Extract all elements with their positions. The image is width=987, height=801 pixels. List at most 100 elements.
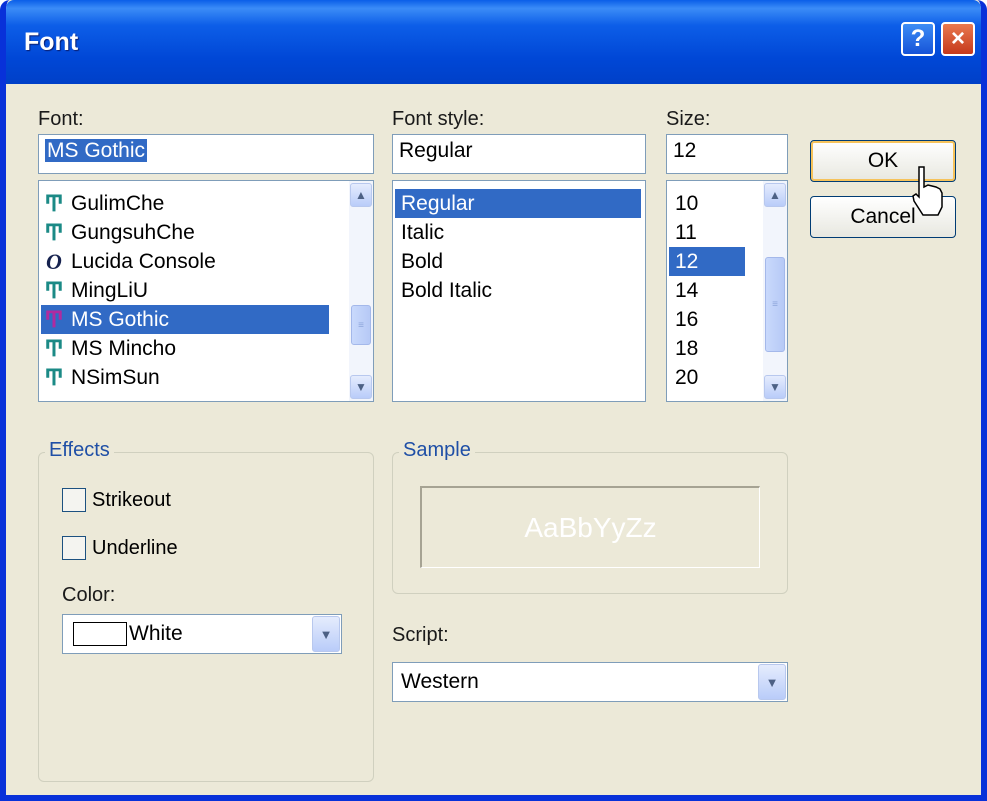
size-list-item[interactable]: 10 (669, 189, 745, 218)
size-list-item[interactable]: 18 (669, 334, 745, 363)
title-bar[interactable]: Font ? × (6, 0, 981, 84)
size-item-label: 18 (675, 336, 699, 360)
truetype-icon: Ͳ (44, 190, 64, 216)
help-icon: ? (910, 25, 926, 52)
style-item-label: Bold (401, 249, 444, 273)
close-button[interactable]: × (941, 22, 975, 56)
scroll-up-button[interactable]: ▲ (764, 183, 786, 207)
size-label: Size: (666, 108, 711, 130)
size-list-scrollbar[interactable]: ▲ ≡ ▼ (763, 181, 787, 401)
scroll-thumb[interactable]: ≡ (765, 257, 785, 352)
font-list[interactable]: Ͳ GulimChe Ͳ GungsuhChe O Lucida Console… (38, 180, 374, 402)
size-item-label: 16 (675, 307, 699, 331)
sample-text: AaBbYyZz (524, 511, 657, 543)
size-item-label: 14 (675, 278, 699, 302)
close-icon: × (950, 25, 965, 52)
ok-button-label: OK (867, 149, 899, 172)
size-list-item-selected[interactable]: 12 (669, 247, 745, 276)
chevron-down-icon: ▼ (355, 380, 367, 394)
script-dropdown-button[interactable]: ▼ (758, 664, 786, 700)
font-item-label: MS Gothic (71, 307, 170, 331)
chevron-down-icon: ▼ (765, 674, 779, 690)
sample-preview: AaBbYyZz (420, 486, 760, 568)
font-style-list[interactable]: Regular Italic Bold Bold Italic (392, 180, 646, 402)
truetype-icon: Ͳ (44, 335, 64, 361)
size-item-label: 20 (675, 365, 699, 389)
font-list-item[interactable]: Ͳ NSimSun (41, 363, 329, 392)
script-value: Western (401, 670, 479, 693)
style-item-label: Bold Italic (401, 278, 493, 302)
font-style-value: Regular (399, 139, 473, 162)
font-list-item[interactable]: Ͳ GungsuhChe (41, 218, 329, 247)
color-dropdown-button[interactable]: ▼ (312, 616, 340, 652)
script-label: Script: (392, 624, 449, 646)
underline-label: Underline (92, 536, 178, 559)
size-item-label: 11 (675, 220, 697, 244)
scroll-down-button[interactable]: ▼ (350, 375, 372, 399)
chevron-down-icon: ▼ (319, 626, 333, 642)
font-item-label: GungsuhChe (71, 220, 195, 244)
font-style-label: Font style: (392, 108, 485, 130)
font-item-label: NSimSun (71, 365, 160, 389)
size-item-label: 10 (675, 191, 699, 215)
dialog-body: Font: MS Gothic Ͳ GulimChe Ͳ GungsuhChe … (6, 84, 981, 795)
scroll-up-button[interactable]: ▲ (350, 183, 372, 207)
style-list-item-selected[interactable]: Regular (395, 189, 641, 218)
sample-title: Sample (399, 439, 475, 462)
strikeout-label: Strikeout (92, 488, 171, 511)
hand-cursor-icon (912, 166, 943, 216)
font-list-item[interactable]: O Lucida Console (41, 247, 329, 276)
size-list-item[interactable]: 20 (669, 363, 745, 392)
style-list-item[interactable]: Italic (395, 218, 641, 247)
strikeout-checkbox-row[interactable]: Strikeout (62, 488, 171, 512)
grip-icon: ≡ (772, 299, 778, 310)
scroll-thumb[interactable]: ≡ (351, 305, 371, 345)
font-name-value: MS Gothic (45, 139, 148, 162)
chevron-up-icon: ▲ (769, 188, 781, 202)
size-value: 12 (673, 139, 697, 162)
font-item-label: GulimChe (71, 191, 165, 215)
font-item-label: MS Mincho (71, 336, 177, 360)
font-label: Font: (38, 108, 84, 130)
style-list-item[interactable]: Bold Italic (395, 276, 641, 305)
underline-checkbox-row[interactable]: Underline (62, 536, 178, 560)
style-item-label: Italic (401, 220, 445, 244)
size-input[interactable]: 12 (666, 134, 788, 174)
scroll-down-button[interactable]: ▼ (764, 375, 786, 399)
script-select[interactable]: Western ▼ (392, 662, 788, 702)
style-item-label: Regular (401, 191, 475, 215)
size-item-label: 12 (675, 249, 699, 273)
help-button[interactable]: ? (901, 22, 935, 56)
size-list-item[interactable]: 16 (669, 305, 745, 334)
font-list-scrollbar[interactable]: ▲ ≡ ▼ (349, 181, 373, 401)
effects-title: Effects (45, 439, 114, 462)
font-list-item[interactable]: Ͳ MS Mincho (41, 334, 329, 363)
truetype-icon: Ͳ (44, 277, 64, 303)
font-list-item[interactable]: Ͳ GulimChe (41, 189, 329, 218)
size-list-item[interactable]: 14 (669, 276, 745, 305)
color-select[interactable]: White ▼ (62, 614, 342, 654)
chevron-down-icon: ▼ (769, 380, 781, 394)
font-style-input[interactable]: Regular (392, 134, 646, 174)
truetype-icon: Ͳ (44, 364, 64, 390)
font-list-item[interactable]: Ͳ MingLiU (41, 276, 329, 305)
window-title: Font (24, 28, 79, 56)
cancel-button-label: Cancel (850, 205, 916, 228)
size-list-item[interactable]: 11 (669, 218, 745, 247)
color-label: Color: (62, 584, 116, 606)
color-value: White (129, 622, 183, 645)
color-swatch (73, 622, 127, 646)
font-item-label: MingLiU (71, 278, 149, 302)
font-name-input[interactable]: MS Gothic (38, 134, 374, 174)
style-list-item[interactable]: Bold (395, 247, 641, 276)
font-list-item-selected[interactable]: Ͳ MS Gothic (41, 305, 329, 334)
underline-checkbox[interactable] (62, 536, 86, 560)
truetype-icon: Ͳ (44, 306, 64, 332)
chevron-up-icon: ▲ (355, 188, 367, 202)
font-item-label: Lucida Console (71, 249, 216, 273)
strikeout-checkbox[interactable] (62, 488, 86, 512)
opentype-icon: O (46, 248, 62, 274)
size-list[interactable]: 10 11 12 14 16 18 20 ▲ ≡ ▼ (666, 180, 788, 402)
grip-icon: ≡ (358, 319, 364, 331)
font-dialog: Font ? × Font: MS Gothic Ͳ GulimChe Ͳ Gu… (0, 0, 987, 801)
